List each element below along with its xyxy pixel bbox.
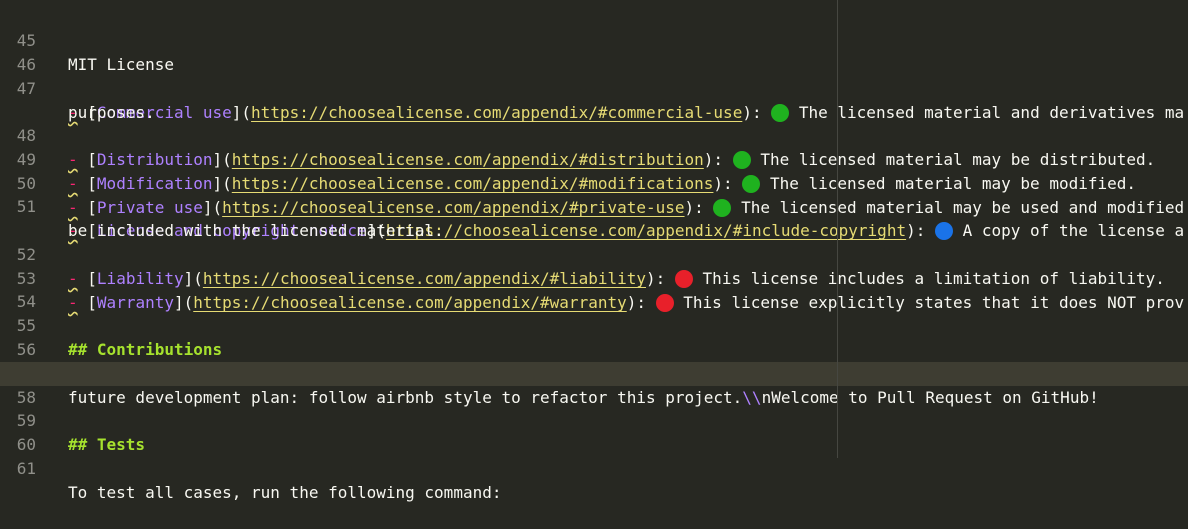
editor-line[interactable]: 50 - [Private use](https://choosealicens… [0, 148, 1188, 217]
editor-line[interactable]: 61 To test all cases, run the following … [0, 433, 1188, 502]
line-number: 61 [16, 459, 36, 478]
editor-line-wrap[interactable]: purposes. [0, 77, 1188, 122]
editor-line[interactable]: 59 ## Tests [0, 385, 1188, 454]
editor-line[interactable]: 56 [0, 314, 1188, 359]
code-editor[interactable]: 45 MIT License 46 47 - [Commercial use](… [0, 0, 1188, 502]
column-ruler [837, 0, 838, 458]
editor-line[interactable]: 46 [0, 29, 1188, 74]
editor-line[interactable]: 49 - [Modification](https://choosealicen… [0, 124, 1188, 193]
editor-line[interactable]: 45 MIT License [0, 5, 1188, 74]
editor-line[interactable]: 51 - [License and copyright notice](http… [0, 171, 1188, 240]
editor-line[interactable]: 53 - [Warranty](https://choosealicense.c… [0, 243, 1188, 312]
editor-line[interactable]: 48 - [Distribution](https://choosealicen… [0, 100, 1188, 169]
editor-line[interactable]: 60 [0, 409, 1188, 454]
editor-line[interactable]: 57 future development plan: follow airbn… [0, 338, 1188, 407]
editor-line[interactable]: 47 - [Commercial use](https://choosealic… [0, 53, 1188, 122]
current-line-highlight[interactable]: 58 [0, 362, 1188, 407]
editor-line[interactable]: 54 [0, 266, 1188, 311]
editor-line[interactable]: 52 - [Liability](https://choosealicense.… [0, 219, 1188, 288]
editor-line[interactable]: 55 ## Contributions [0, 290, 1188, 359]
editor-line-wrap[interactable]: be included with the licensed material. [0, 195, 1188, 240]
line-text: To test all cases, run the following com… [68, 483, 502, 502]
